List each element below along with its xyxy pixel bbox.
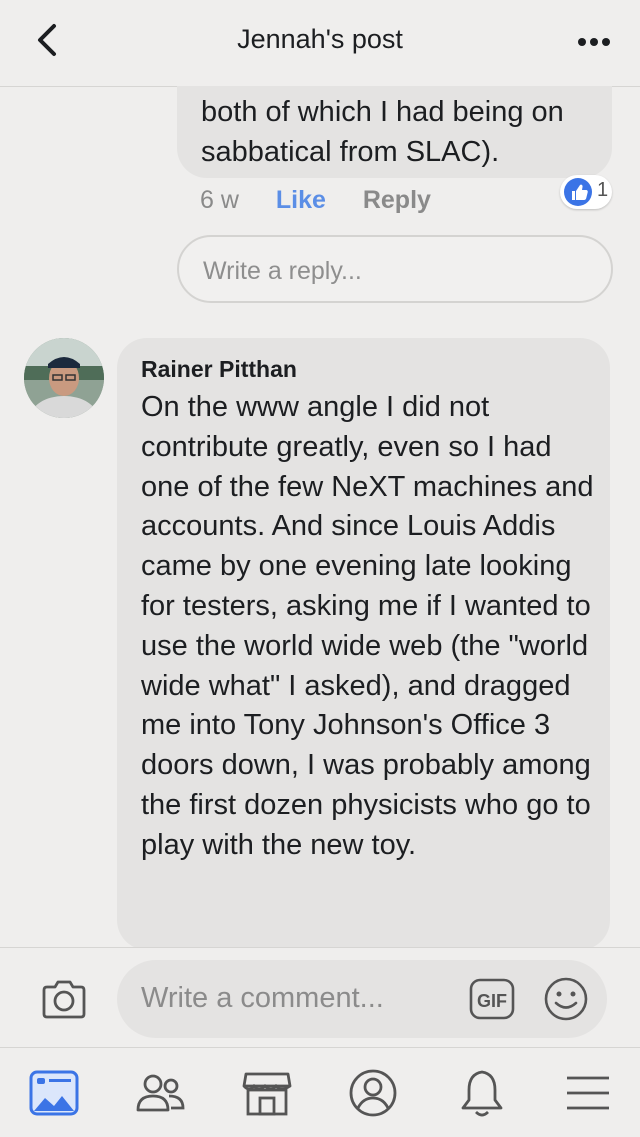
comment-bubble: Rainer Pitthan On the www angle I did no… (117, 338, 610, 950)
thumbs-up-icon (564, 178, 592, 206)
previous-comment-text: both of which I had being on sabbatical … (201, 96, 564, 168)
avatar[interactable] (24, 338, 104, 418)
smiley-icon[interactable] (543, 976, 589, 1022)
reply-input[interactable]: Write a reply... (177, 235, 613, 303)
reaction-badge[interactable]: 1 (560, 175, 612, 209)
gif-button[interactable]: GIF (469, 978, 515, 1020)
comment-author[interactable]: Rainer Pitthan (141, 356, 297, 383)
svg-text:GIF: GIF (477, 991, 507, 1011)
comment-placeholder: Write a comment... (141, 982, 384, 1014)
friends-icon[interactable] (133, 1066, 187, 1120)
comment-text: On the www angle I did not contribute gr… (141, 391, 594, 861)
bottom-navigation (0, 1047, 640, 1137)
page-title: Jennah's post (237, 24, 403, 54)
camera-icon[interactable] (40, 978, 88, 1020)
more-horizontal-icon[interactable] (574, 22, 614, 62)
previous-comment-bubble: both of which I had being on sabbatical … (177, 86, 612, 178)
comment-input[interactable]: Write a comment... GIF (117, 960, 607, 1038)
comment-composer: Write a comment... GIF (0, 947, 640, 1048)
top-bar: Jennah's post (0, 0, 640, 87)
reaction-count: 1 (597, 179, 609, 201)
marketplace-icon[interactable] (240, 1066, 294, 1120)
reply-placeholder: Write a reply... (203, 257, 362, 285)
notifications-icon[interactable] (455, 1066, 509, 1120)
comment-timestamp: 6 w (200, 186, 239, 214)
reply-button[interactable]: Reply (363, 186, 431, 214)
news-feed-icon[interactable] (27, 1066, 81, 1120)
profile-icon[interactable] (346, 1066, 400, 1120)
previous-comment-actions: 6 w Like Reply (200, 186, 431, 215)
menu-icon[interactable] (561, 1066, 615, 1120)
like-button[interactable]: Like (276, 186, 326, 214)
